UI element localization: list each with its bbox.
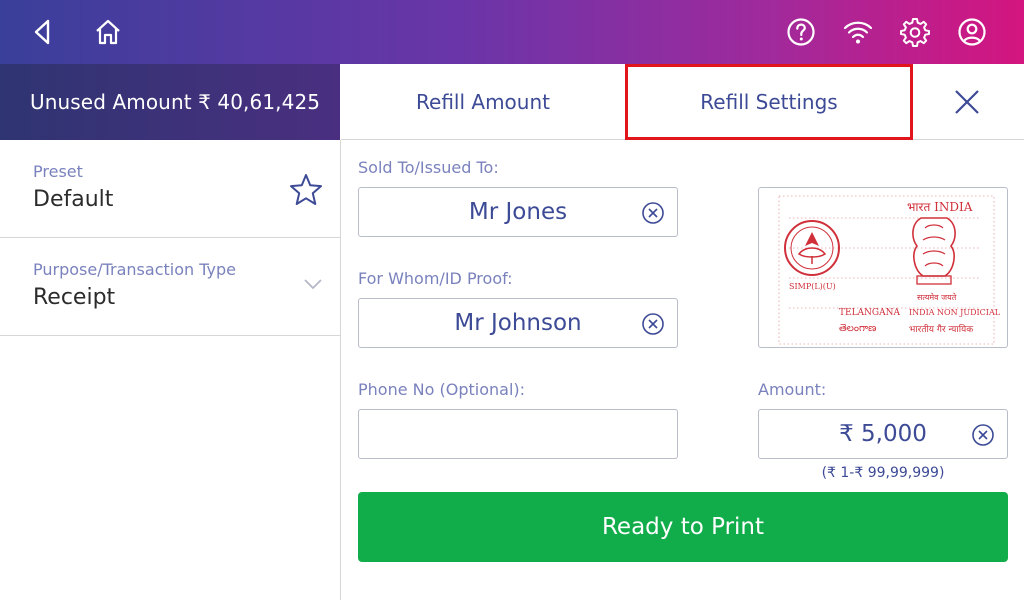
unused-amount-bar: Unused Amount ₹ 40,61,425 (0, 64, 340, 140)
stamp-preview: भारत INDIA SIMP(L)(U) सत्यमेव जयते TELAN… (758, 187, 1008, 348)
stamp-bottom-left-1: TELANGANA (839, 308, 900, 318)
purpose-value: Receipt (33, 285, 116, 310)
tab-bar: Refill Amount Refill Settings (341, 64, 1024, 140)
tab-refill-amount[interactable]: Refill Amount (341, 64, 625, 140)
home-icon[interactable] (90, 14, 126, 50)
clear-icon[interactable] (641, 312, 665, 336)
clear-icon[interactable] (971, 423, 995, 447)
settings-icon[interactable] (897, 14, 933, 50)
close-icon (955, 90, 979, 114)
unused-amount-text: Unused Amount ₹ 40,61,425 (30, 90, 321, 114)
phone-label: Phone No (Optional): (358, 380, 526, 399)
purpose-label: Purpose/Transaction Type (33, 260, 236, 279)
top-bar (0, 0, 1024, 64)
stamp-top-right-text: भारत INDIA (907, 200, 973, 214)
for-whom-label: For Whom/ID Proof: (358, 269, 513, 288)
amount-field[interactable]: ₹ 5,000 (758, 409, 1008, 459)
amount-value: ₹ 5,000 (839, 421, 927, 447)
back-icon[interactable] (24, 14, 60, 50)
stamp-bottom-left-2: తెలంగాణ (839, 323, 877, 334)
purpose-item[interactable]: Purpose/Transaction Type Receipt (0, 238, 340, 336)
close-button[interactable] (941, 64, 993, 140)
amount-label: Amount: (758, 380, 827, 399)
sold-to-field[interactable]: Mr Jones (358, 187, 678, 237)
left-panel: Preset Default Purpose/Transaction Type … (0, 140, 341, 600)
account-icon[interactable] (954, 14, 990, 50)
phone-field[interactable] (358, 409, 678, 459)
clear-icon[interactable] (641, 201, 665, 225)
stamp-left-caption: SIMP(L)(U) (789, 282, 836, 291)
stamp-emblem-caption: सत्यमेव जयते (917, 293, 957, 302)
for-whom-field[interactable]: Mr Johnson (358, 298, 678, 348)
tab-refill-settings[interactable]: Refill Settings (625, 64, 913, 140)
for-whom-value: Mr Johnson (454, 310, 582, 336)
stamp-bottom-right-1: INDIA NON JUDICIAL (909, 308, 1001, 317)
chevron-down-icon[interactable] (302, 276, 324, 295)
help-icon[interactable] (783, 14, 819, 50)
sold-to-value: Mr Jones (468, 199, 568, 225)
preset-item[interactable]: Preset Default (0, 140, 340, 238)
sold-to-label: Sold To/Issued To: (358, 158, 499, 177)
star-icon[interactable] (288, 172, 324, 212)
stamp-bottom-right-2: भारतीय गैर न्यायिक (909, 325, 974, 335)
amount-range: (₹ 1-₹ 99,99,999) (821, 465, 945, 481)
wifi-icon[interactable] (840, 14, 876, 50)
ready-to-print-button[interactable]: Ready to Print (358, 492, 1008, 562)
